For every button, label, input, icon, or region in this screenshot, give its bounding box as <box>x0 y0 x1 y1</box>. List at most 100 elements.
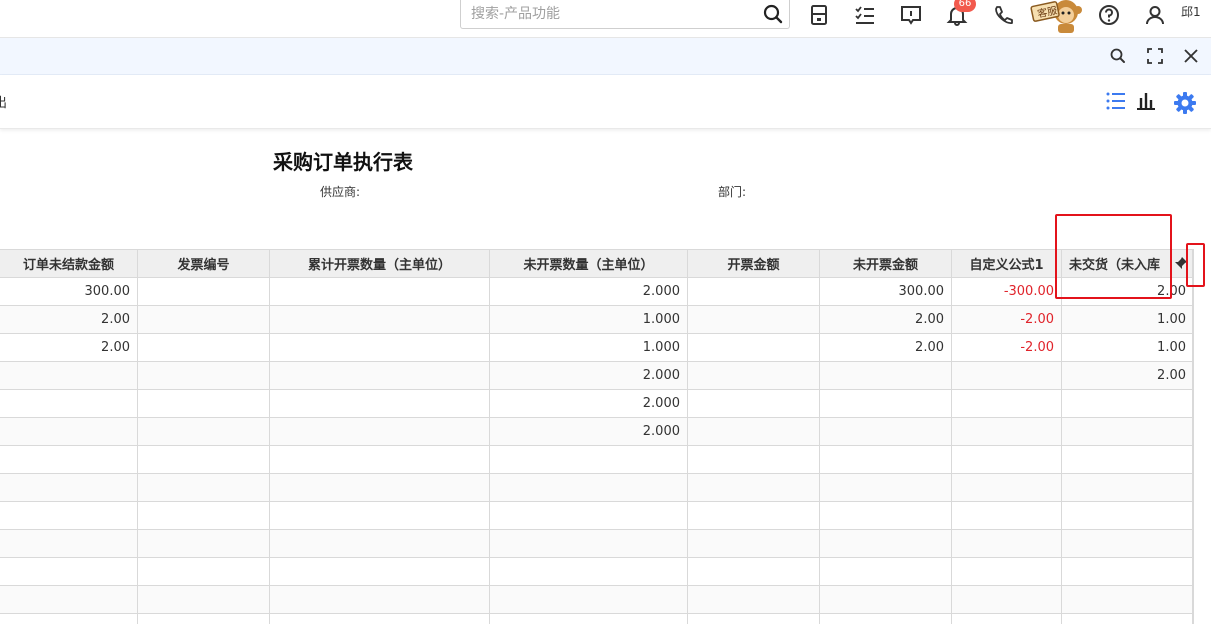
table-cell[interactable] <box>489 445 688 474</box>
table-row[interactable]: 300.00 2.000 300.00 -300.00 2.00 <box>0 277 1194 306</box>
table-cell[interactable]: 2.000 <box>489 389 688 418</box>
table-cell[interactable] <box>687 613 820 624</box>
help-icon[interactable] <box>1096 2 1122 28</box>
user-name[interactable]: 邱1 <box>1181 3 1201 20</box>
table-cell[interactable] <box>0 501 138 530</box>
table-cell[interactable]: 2.00 <box>1061 361 1194 390</box>
table-cell[interactable] <box>1061 613 1194 624</box>
table-cell[interactable] <box>951 473 1062 502</box>
global-search-box[interactable] <box>460 0 790 29</box>
column-header[interactable]: 发票编号 <box>137 249 270 278</box>
table-cell[interactable] <box>951 389 1062 418</box>
table-cell[interactable] <box>269 585 490 614</box>
table-row[interactable] <box>0 473 1194 502</box>
table-cell[interactable] <box>1061 529 1194 558</box>
table-row[interactable]: 2.00 1.000 2.00 -2.00 1.00 <box>0 333 1194 362</box>
table-cell[interactable] <box>489 529 688 558</box>
table-cell[interactable] <box>687 305 820 334</box>
table-cell[interactable] <box>819 361 952 390</box>
column-header[interactable]: 自定义公式1 <box>951 249 1062 278</box>
table-cell[interactable]: 2.00 <box>1061 277 1194 306</box>
table-cell[interactable] <box>137 333 270 362</box>
table-cell[interactable] <box>489 501 688 530</box>
column-header[interactable]: 未开票金额 <box>819 249 952 278</box>
table-row[interactable]: 2.000 <box>0 417 1194 446</box>
table-cell[interactable] <box>137 417 270 446</box>
table-cell[interactable] <box>0 585 138 614</box>
table-cell[interactable] <box>269 613 490 624</box>
pin-column-icon[interactable] <box>1174 256 1188 270</box>
table-cell[interactable]: 2.00 <box>819 333 952 362</box>
calculator-icon[interactable] <box>806 2 832 28</box>
table-cell[interactable] <box>0 557 138 586</box>
search-icon[interactable] <box>762 3 784 25</box>
table-row[interactable] <box>0 557 1194 586</box>
table-cell[interactable] <box>951 417 1062 446</box>
table-cell[interactable] <box>1061 501 1194 530</box>
table-cell[interactable] <box>0 613 138 624</box>
table-cell[interactable]: -2.00 <box>951 333 1062 362</box>
table-cell[interactable] <box>951 361 1062 390</box>
table-cell[interactable]: 2.00 <box>0 333 138 362</box>
table-row[interactable]: 2.000 <box>0 389 1194 418</box>
table-cell[interactable] <box>0 417 138 446</box>
table-cell[interactable] <box>951 585 1062 614</box>
table-cell[interactable]: 1.000 <box>489 305 688 334</box>
task-list-icon[interactable] <box>852 2 878 28</box>
table-cell[interactable] <box>137 445 270 474</box>
table-cell[interactable] <box>819 417 952 446</box>
table-cell[interactable] <box>269 333 490 362</box>
fullscreen-icon[interactable] <box>1145 46 1165 66</box>
table-cell[interactable]: 2.000 <box>489 361 688 390</box>
column-header[interactable]: 未开票数量（主单位） <box>489 249 688 278</box>
table-row[interactable] <box>0 501 1194 530</box>
table-cell[interactable] <box>137 361 270 390</box>
settings-gear-icon[interactable] <box>1173 91 1197 115</box>
table-cell[interactable] <box>269 277 490 306</box>
table-cell[interactable] <box>1061 417 1194 446</box>
table-cell[interactable] <box>687 557 820 586</box>
table-cell[interactable] <box>269 501 490 530</box>
table-cell[interactable] <box>1061 585 1194 614</box>
table-cell[interactable] <box>137 613 270 624</box>
table-row[interactable]: 2.00 1.000 2.00 -2.00 1.00 <box>0 305 1194 334</box>
table-cell[interactable] <box>137 585 270 614</box>
table-cell[interactable] <box>819 613 952 624</box>
table-cell[interactable]: 2.00 <box>819 305 952 334</box>
table-cell[interactable] <box>687 417 820 446</box>
table-row[interactable] <box>0 613 1194 624</box>
table-cell[interactable] <box>951 445 1062 474</box>
table-cell[interactable]: 2.000 <box>489 417 688 446</box>
table-cell[interactable] <box>687 361 820 390</box>
table-cell[interactable] <box>1061 445 1194 474</box>
table-cell[interactable] <box>687 529 820 558</box>
close-icon[interactable] <box>1181 46 1201 66</box>
table-cell[interactable] <box>269 473 490 502</box>
table-cell[interactable] <box>489 585 688 614</box>
column-header[interactable]: 开票金额 <box>687 249 820 278</box>
table-cell[interactable] <box>489 473 688 502</box>
table-cell[interactable] <box>951 529 1062 558</box>
table-cell[interactable] <box>687 473 820 502</box>
table-row[interactable] <box>0 585 1194 614</box>
table-cell[interactable] <box>687 333 820 362</box>
chart-view-icon[interactable] <box>1134 89 1158 113</box>
table-cell[interactable] <box>819 445 952 474</box>
table-cell[interactable] <box>819 585 952 614</box>
table-cell[interactable] <box>1061 557 1194 586</box>
phone-icon[interactable] <box>990 2 1016 28</box>
table-row[interactable] <box>0 445 1194 474</box>
table-cell[interactable] <box>0 473 138 502</box>
table-cell[interactable] <box>819 557 952 586</box>
table-cell[interactable] <box>269 389 490 418</box>
export-button[interactable]: 出 <box>0 92 7 111</box>
column-header[interactable]: 订单未结款金额 <box>0 249 138 278</box>
table-cell[interactable] <box>819 501 952 530</box>
table-cell[interactable] <box>951 557 1062 586</box>
table-cell[interactable] <box>687 585 820 614</box>
table-cell[interactable] <box>269 417 490 446</box>
table-cell[interactable] <box>687 501 820 530</box>
table-cell[interactable] <box>137 305 270 334</box>
table-cell[interactable]: 2.000 <box>489 277 688 306</box>
table-cell[interactable] <box>951 501 1062 530</box>
